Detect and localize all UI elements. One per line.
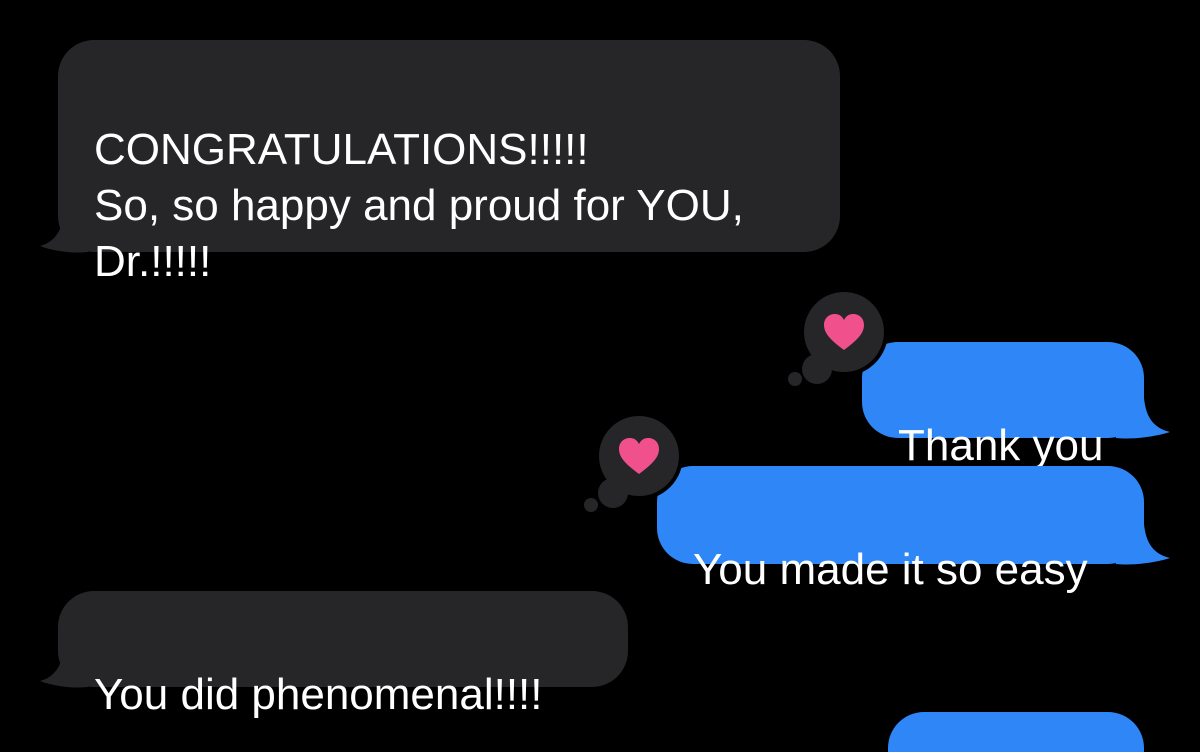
sent-message-bubble[interactable]: You made it so easy (657, 466, 1144, 594)
message-text: You did phenomenal!!!! (94, 670, 543, 719)
heart-icon (619, 438, 659, 474)
sent-message-bubble[interactable]: Thank you (862, 342, 1144, 470)
message-text: CONGRATULATIONS!!!!! So, so happy and pr… (94, 125, 744, 286)
reaction-tail-dot (598, 478, 628, 508)
sent-message-bubble-partial[interactable] (888, 712, 1144, 752)
heart-icon (824, 314, 864, 350)
message-text: Thank you (898, 421, 1104, 470)
reaction-tail-dot (802, 354, 832, 384)
reaction-tail-dot (584, 498, 598, 512)
message-text: You made it so easy (693, 545, 1088, 594)
reaction-tail-dot (788, 372, 802, 386)
received-message-bubble[interactable]: You did phenomenal!!!! (58, 591, 628, 719)
message-thread: CONGRATULATIONS!!!!! So, so happy and pr… (0, 0, 1200, 752)
received-message-bubble[interactable]: CONGRATULATIONS!!!!! So, so happy and pr… (58, 40, 840, 286)
